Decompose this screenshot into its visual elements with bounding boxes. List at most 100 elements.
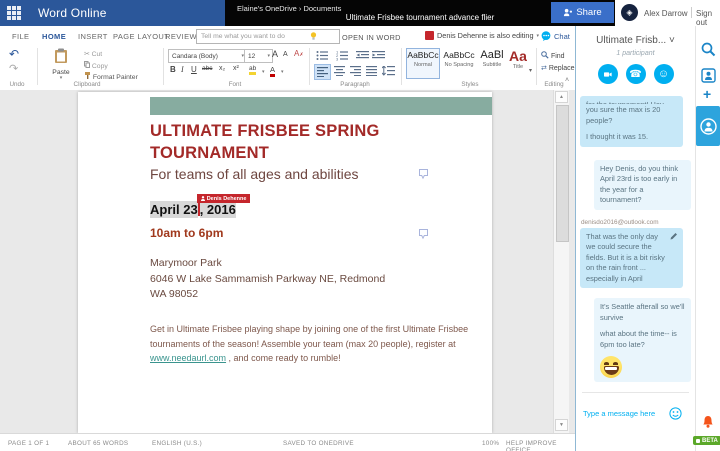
copy-button[interactable]: Copy bbox=[84, 61, 108, 70]
search-icon[interactable] bbox=[701, 42, 716, 57]
style-preview: AaBbCc bbox=[443, 50, 475, 60]
ribbon: ↶ ↷ Undo Paste ▾ ✂ Cut Copy Format Paint… bbox=[0, 45, 575, 91]
collapse-ribbon-button[interactable]: ˄ bbox=[565, 77, 569, 84]
flyer-title[interactable]: ULTIMATE FRISBEE SPRING TOURNAMENT bbox=[150, 120, 420, 164]
open-in-word-button[interactable]: OPEN IN WORD bbox=[342, 33, 401, 42]
numbering-button[interactable]: 123 bbox=[336, 50, 349, 61]
scroll-down-arrow[interactable]: ▼ bbox=[555, 419, 568, 431]
style-normal[interactable]: AaBbCc Normal bbox=[406, 48, 440, 79]
cut-button[interactable]: ✂ Cut bbox=[84, 50, 102, 58]
styles-group-label: Styles bbox=[461, 81, 479, 88]
contacts-icon[interactable] bbox=[701, 68, 716, 83]
lightbulb-icon bbox=[310, 32, 317, 40]
flyer-address[interactable]: Marymoor Park 6046 W Lake Sammamish Park… bbox=[150, 256, 385, 303]
add-icon[interactable]: + bbox=[703, 86, 711, 102]
active-chat-rail-button[interactable] bbox=[696, 106, 720, 146]
font-size-select[interactable]: 12 ▾ bbox=[244, 49, 273, 63]
line-spacing-button[interactable] bbox=[382, 66, 395, 76]
emoji-picker-icon[interactable] bbox=[669, 407, 682, 420]
comment-balloon-icon[interactable] bbox=[418, 168, 429, 180]
word-count[interactable]: ABOUT 65 WORDS bbox=[68, 440, 128, 447]
phone-icon: ☎ bbox=[629, 68, 642, 80]
paste-button[interactable]: Paste ▾ bbox=[45, 48, 77, 81]
language-indicator[interactable]: ENGLISH (U.S.) bbox=[152, 440, 202, 447]
find-button[interactable]: Find bbox=[541, 51, 565, 60]
breadcrumb[interactable]: Elaine's OneDrive › Documents bbox=[237, 4, 341, 13]
chevron-down-icon: ▾ bbox=[536, 32, 540, 39]
chat-title[interactable]: Ultimate Frisb... ˅ bbox=[576, 35, 695, 46]
strikethrough-button[interactable]: abc bbox=[202, 65, 212, 72]
sign-out-link[interactable]: Sign out bbox=[696, 9, 720, 27]
underline-button[interactable]: U bbox=[191, 65, 197, 74]
chat-message[interactable]: That was the only day we could secure th… bbox=[580, 227, 683, 288]
video-call-button[interactable] bbox=[597, 64, 618, 84]
style-title[interactable]: Aa Title bbox=[506, 48, 530, 79]
status-bar: PAGE 1 OF 1 ABOUT 65 WORDS ENGLISH (U.S.… bbox=[0, 433, 575, 451]
align-center-button[interactable] bbox=[334, 66, 345, 76]
bullets-button[interactable] bbox=[316, 50, 329, 61]
highlight-color-button[interactable]: ab bbox=[249, 65, 257, 75]
undo-button[interactable]: ↶ bbox=[9, 47, 19, 61]
italic-button[interactable]: I bbox=[181, 65, 184, 74]
save-status: SAVED TO ONEDRIVE bbox=[283, 440, 354, 447]
right-toolbar: + BETA bbox=[693, 26, 720, 451]
flyer-time[interactable]: 10am to 6pm bbox=[150, 226, 223, 240]
style-name: Normal bbox=[413, 62, 433, 68]
comment-balloon-icon[interactable] bbox=[418, 228, 429, 240]
justify-button[interactable] bbox=[366, 66, 377, 76]
edit-pencil-icon[interactable] bbox=[670, 232, 678, 240]
superscript-button[interactable]: x² bbox=[233, 65, 239, 72]
avatar[interactable]: ◈ bbox=[621, 4, 638, 21]
align-left-button[interactable] bbox=[314, 64, 331, 80]
notification-bell-icon[interactable] bbox=[701, 415, 715, 429]
clear-formatting-button[interactable]: A✗ bbox=[294, 49, 304, 58]
chat-message[interactable]: for the tournament! Hey Alex are you sur… bbox=[580, 96, 683, 147]
chat-toggle[interactable]: Chat bbox=[541, 31, 570, 41]
shrink-font-button[interactable]: A bbox=[283, 51, 288, 58]
tell-me-input[interactable] bbox=[196, 29, 340, 44]
tab-review[interactable]: REVIEW bbox=[165, 32, 197, 41]
chat-message[interactable]: Hey Denis, do you think April 23rd is to… bbox=[594, 159, 691, 210]
font-color-button[interactable]: A bbox=[270, 65, 276, 77]
help-improve-office-link[interactable]: HELP IMPROVE OFFICE bbox=[506, 440, 575, 451]
app-launcher-icon[interactable] bbox=[7, 6, 21, 20]
redo-button[interactable]: ↷ bbox=[9, 62, 18, 75]
user-name[interactable]: Alex Darrow bbox=[644, 9, 688, 18]
style-subtitle[interactable]: AaBl Subtitle bbox=[478, 48, 506, 79]
style-no-spacing[interactable]: AaBbCc No Spacing bbox=[440, 48, 478, 79]
flyer-banner bbox=[150, 97, 492, 115]
beta-badge[interactable]: BETA bbox=[693, 436, 720, 445]
bold-button[interactable]: B bbox=[170, 65, 176, 74]
document-page[interactable]: ULTIMATE FRISBEE SPRING TOURNAMENT For t… bbox=[78, 92, 492, 433]
replace-button[interactable]: ⇄ Replace bbox=[541, 64, 575, 72]
chat-message-input[interactable] bbox=[581, 408, 670, 419]
flyer-body[interactable]: Get in Ultimate Frisbee playing shape by… bbox=[150, 322, 472, 366]
tab-home[interactable]: HOME bbox=[42, 32, 66, 41]
add-participant-button[interactable]: ☺ bbox=[653, 64, 674, 84]
scrollbar-thumb[interactable] bbox=[556, 105, 569, 242]
body-link[interactable]: www.needaurl.com bbox=[150, 353, 226, 363]
voice-call-button[interactable]: ☎ bbox=[625, 64, 646, 84]
share-button[interactable]: Share bbox=[551, 2, 614, 23]
chat-message[interactable]: It's Seattle afterall so we'll survive w… bbox=[594, 298, 691, 382]
font-family-select[interactable]: Candara (Body) ▾ bbox=[168, 49, 247, 63]
subscript-button[interactable]: x₂ bbox=[219, 65, 225, 72]
flyer-subtitle[interactable]: For teams of all ages and abilities bbox=[150, 166, 359, 182]
chat-message-list[interactable]: for the tournament! Hey Alex are you sur… bbox=[576, 96, 695, 412]
decrease-indent-button[interactable] bbox=[356, 50, 369, 61]
zoom-level[interactable]: 100% bbox=[482, 440, 499, 447]
grow-font-button[interactable]: A bbox=[272, 49, 278, 59]
tab-file[interactable]: FILE bbox=[12, 32, 29, 41]
tab-insert[interactable]: INSERT bbox=[78, 32, 108, 41]
format-painter-button[interactable]: Format Painter bbox=[84, 72, 138, 81]
coauthor-flag[interactable]: Denis Dehenne bbox=[196, 194, 251, 203]
increase-indent-button[interactable] bbox=[372, 50, 385, 61]
tab-page-layout[interactable]: PAGE LAYOUT bbox=[113, 32, 169, 41]
styles-gallery-more-button[interactable]: ▾ bbox=[529, 67, 532, 74]
vertical-scrollbar[interactable]: ▲ ▼ bbox=[553, 90, 569, 433]
flyer-date[interactable]: April 23 Denis Dehenne, 2016 bbox=[150, 194, 251, 218]
coauthor-presence[interactable]: Denis Dehenne is also editing ▾ bbox=[425, 31, 539, 40]
style-preview: AaBl bbox=[480, 49, 504, 61]
align-right-button[interactable] bbox=[350, 66, 361, 76]
scroll-up-arrow[interactable]: ▲ bbox=[555, 91, 568, 103]
